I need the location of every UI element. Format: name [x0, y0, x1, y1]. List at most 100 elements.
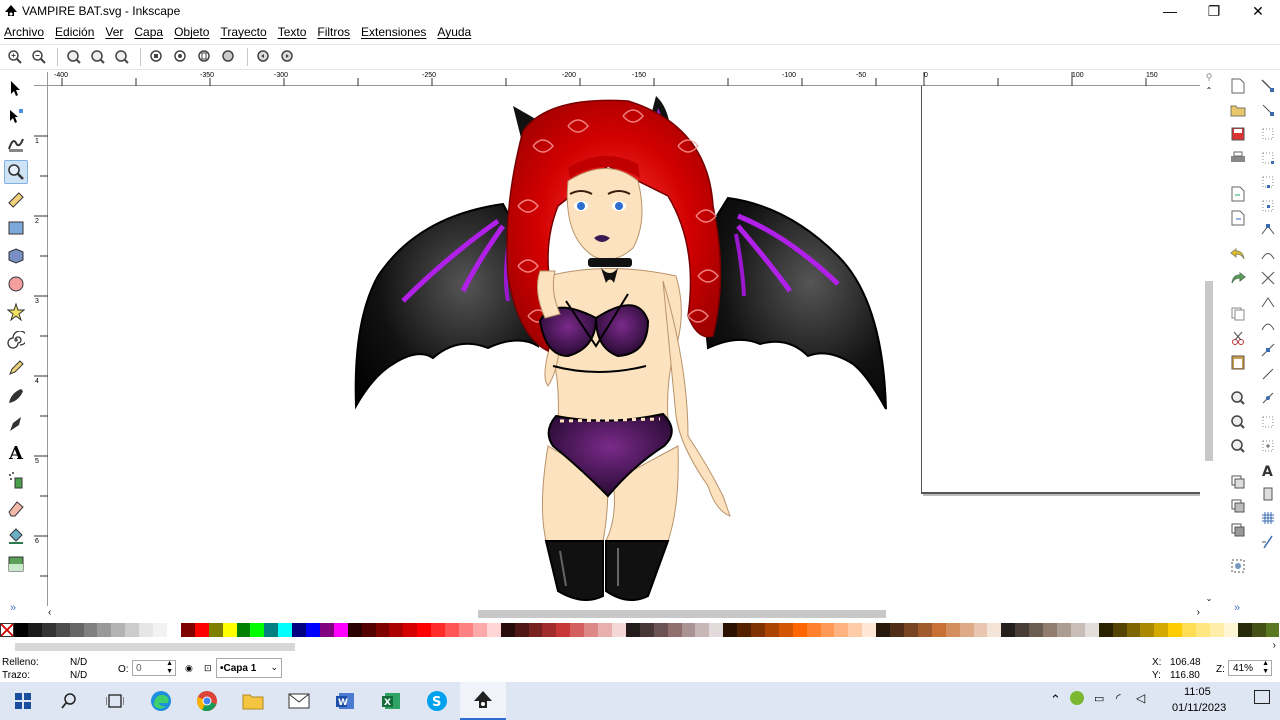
color-swatch[interactable]	[681, 623, 696, 637]
color-swatch[interactable]	[834, 623, 849, 637]
color-swatch[interactable]	[890, 623, 904, 637]
snap-guide-icon[interactable]	[1258, 532, 1278, 552]
color-swatch[interactable]	[737, 623, 752, 637]
snap-midpoint-icon[interactable]	[1258, 340, 1278, 360]
color-swatch[interactable]	[166, 623, 181, 637]
color-swatch[interactable]	[667, 623, 682, 637]
color-swatch[interactable]	[445, 623, 459, 637]
color-swatch[interactable]	[333, 623, 348, 637]
color-swatch[interactable]	[945, 623, 960, 637]
color-swatch[interactable]	[959, 623, 974, 637]
color-swatch[interactable]	[1154, 623, 1169, 637]
zoom-next-icon[interactable]	[277, 46, 299, 68]
snap-bbox-icon[interactable]	[1258, 100, 1278, 120]
zoom-page-cmd-icon[interactable]	[1228, 436, 1248, 456]
zoom-drawing-icon[interactable]	[170, 46, 192, 68]
color-swatch[interactable]	[111, 623, 126, 637]
zoom-2-1-icon[interactable]	[111, 46, 133, 68]
color-swatch[interactable]	[695, 623, 710, 637]
color-swatch[interactable]	[1084, 623, 1099, 637]
color-swatch[interactable]	[973, 623, 988, 637]
menu-objeto[interactable]: Objeto	[174, 25, 209, 39]
snap-rotation-center-icon[interactable]	[1258, 388, 1278, 408]
spin-arrows-icon[interactable]: ▲ ▼	[166, 660, 173, 676]
minimize-button[interactable]: —	[1148, 0, 1192, 22]
zoom-in-icon[interactable]	[4, 46, 26, 68]
snap-text-baseline-icon[interactable]	[1258, 412, 1278, 432]
paste-icon[interactable]	[1228, 352, 1248, 372]
color-swatch[interactable]	[1223, 623, 1238, 637]
snap-text-icon[interactable]: A	[1258, 460, 1278, 480]
toolbox-more-icon[interactable]: »	[10, 602, 16, 614]
color-swatch[interactable]	[361, 623, 376, 637]
zoom-prev-icon[interactable]	[253, 46, 275, 68]
color-swatch[interactable]	[1168, 623, 1183, 637]
color-swatch[interactable]	[375, 623, 390, 637]
snap-object-center-icon[interactable]	[1258, 364, 1278, 384]
color-swatch[interactable]	[208, 623, 223, 637]
chevron-down-icon[interactable]: ⌄	[270, 662, 278, 673]
tweak-tool-icon[interactable]	[4, 132, 28, 156]
zoom-tool-icon[interactable]	[4, 160, 28, 184]
menu-texto[interactable]: Texto	[278, 25, 307, 39]
unlink-clone-icon[interactable]	[1228, 520, 1248, 540]
zoom-selection-icon[interactable]	[146, 46, 168, 68]
close-button[interactable]: ✕	[1236, 0, 1280, 22]
print-icon[interactable]	[1228, 148, 1248, 168]
color-swatch[interactable]	[1001, 623, 1016, 637]
color-swatch[interactable]	[27, 623, 42, 637]
color-swatch[interactable]	[556, 623, 571, 637]
save-document-icon[interactable]	[1228, 124, 1248, 144]
zoom-1-1-icon[interactable]	[63, 46, 85, 68]
color-swatch[interactable]	[1140, 623, 1155, 637]
color-swatch[interactable]	[250, 623, 265, 637]
clock-date[interactable]: 01/11/2023	[1172, 702, 1226, 714]
zoom-page-width-icon[interactable]	[218, 46, 240, 68]
color-swatch[interactable]	[1043, 623, 1057, 637]
color-swatch[interactable]	[306, 623, 320, 637]
color-swatch[interactable]	[542, 623, 557, 637]
color-swatch[interactable]	[236, 623, 251, 637]
color-swatch[interactable]	[625, 623, 640, 637]
task-view-icon[interactable]	[92, 682, 138, 720]
search-icon[interactable]	[46, 682, 92, 720]
drawing-canvas[interactable]	[48, 86, 1200, 606]
import-icon[interactable]	[1228, 184, 1248, 204]
scroll-right-icon[interactable]: ›	[1197, 607, 1200, 618]
vampire-bat-illustration[interactable]	[48, 86, 1200, 606]
text-tool-icon[interactable]: A	[4, 440, 28, 464]
duplicate-icon[interactable]	[1228, 472, 1248, 492]
zoom-out-icon[interactable]	[28, 46, 50, 68]
edge-icon[interactable]	[138, 682, 184, 720]
excel-icon[interactable]: X	[368, 682, 414, 720]
color-swatch[interactable]	[904, 623, 918, 637]
windows-start-icon[interactable]	[0, 682, 46, 720]
zoom-spinbox[interactable]: 41% ▲ ▼	[1228, 660, 1272, 676]
color-swatch[interactable]	[528, 623, 543, 637]
color-swatch[interactable]	[83, 623, 98, 637]
color-swatch[interactable]	[570, 623, 585, 637]
color-swatch[interactable]	[598, 623, 612, 637]
layer-dropdown[interactable]: •Capa 1 ⌄	[216, 658, 282, 678]
inkscape-icon[interactable]	[460, 682, 506, 720]
color-swatch[interactable]	[139, 623, 154, 637]
color-swatch[interactable]	[417, 623, 432, 637]
lock-icon[interactable]: ⊡	[204, 663, 212, 674]
color-swatch[interactable]	[1070, 623, 1085, 637]
color-swatch[interactable]	[848, 623, 863, 637]
paint-bucket-tool-icon[interactable]	[4, 524, 28, 548]
horizontal-scroll-thumb[interactable]	[478, 610, 886, 618]
color-swatch[interactable]	[389, 623, 404, 637]
group-icon[interactable]	[1228, 556, 1248, 576]
skype-icon[interactable]: S	[414, 682, 460, 720]
rectangle-tool-icon[interactable]	[4, 216, 28, 240]
clone-icon[interactable]	[1228, 496, 1248, 516]
color-swatch[interactable]	[97, 623, 112, 637]
eraser-tool-icon[interactable]	[4, 496, 28, 520]
color-swatch[interactable]	[1209, 623, 1224, 637]
color-swatch[interactable]	[639, 623, 654, 637]
pencil-tool-icon[interactable]	[4, 356, 28, 380]
color-swatch[interactable]	[319, 623, 334, 637]
palette-scroll-right-icon[interactable]: ›	[1273, 640, 1276, 651]
zoom-selection-cmd-icon[interactable]	[1228, 388, 1248, 408]
